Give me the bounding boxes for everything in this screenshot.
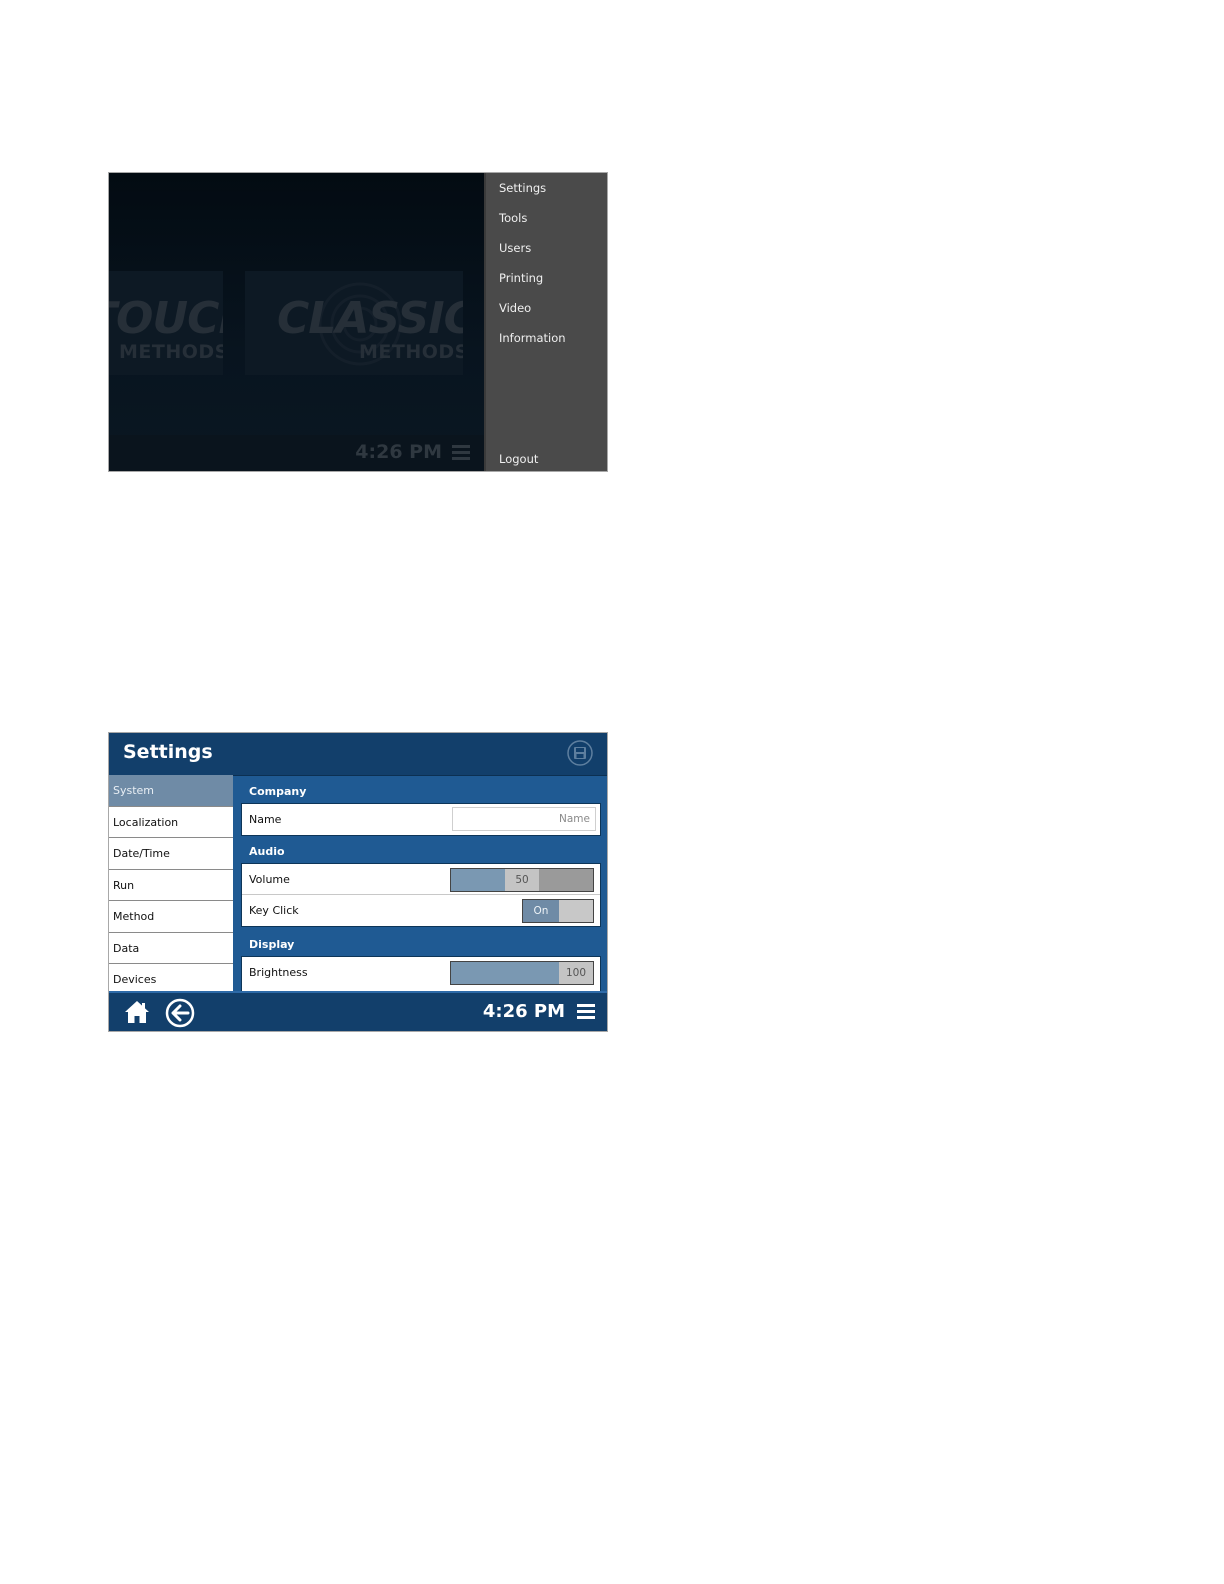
menu-item-printing[interactable]: Printing [499, 271, 543, 285]
save-icon[interactable] [567, 740, 593, 766]
slide-out-menu: Settings Tools Users Printing Video Info… [484, 173, 607, 471]
section-title-audio: Audio [249, 845, 285, 858]
volume-value: 50 [505, 869, 539, 891]
back-arrow-icon[interactable] [165, 998, 195, 1028]
tile-title: TOUCH [109, 293, 223, 344]
display-group: Brightness 100 [241, 956, 601, 991]
sidebar-item-system[interactable]: System [109, 775, 233, 807]
tile-subtitle: METHODS [359, 341, 463, 363]
company-name-input[interactable] [452, 807, 596, 831]
company-name-label: Name [249, 813, 282, 826]
audio-group: Volume 50 Key Click On [241, 863, 601, 927]
volume-slider-fill [451, 869, 505, 891]
volume-row: Volume 50 [242, 864, 600, 895]
clock: 4:26 PM [482, 1001, 565, 1022]
key-click-state: On [523, 900, 559, 922]
section-title-company: Company [249, 785, 307, 798]
home-screen: TOUCH METHODS CLASSIC METHODS 4:26 PM Se… [108, 172, 608, 472]
menu-item-logout[interactable]: Logout [499, 452, 538, 466]
brightness-value: 100 [559, 962, 593, 984]
settings-screen: Settings System Localization Date/Time R… [108, 732, 608, 1032]
settings-header: Settings [109, 733, 607, 776]
brightness-slider[interactable]: 100 [450, 961, 594, 985]
key-click-label: Key Click [249, 904, 299, 917]
settings-footer: 4:26 PM [109, 991, 607, 1031]
menu-item-video[interactable]: Video [499, 301, 531, 315]
home-status-bar: 4:26 PM [109, 435, 484, 471]
sidebar-item-run[interactable]: Run [109, 870, 233, 901]
touch-methods-tile[interactable]: TOUCH METHODS [109, 271, 223, 375]
sidebar-item-method[interactable]: Method [109, 901, 233, 933]
hamburger-menu-icon[interactable] [577, 1004, 595, 1021]
settings-content: Company Name Audio Volume 50 Key Click O… [233, 775, 607, 991]
tile-subtitle: METHODS [119, 341, 223, 363]
menu-item-users[interactable]: Users [499, 241, 531, 255]
volume-label: Volume [249, 873, 290, 886]
brightness-row: Brightness 100 [242, 957, 600, 988]
sidebar-item-localization[interactable]: Localization [109, 807, 233, 838]
sidebar-item-devices[interactable]: Devices [109, 964, 233, 991]
brightness-slider-fill [451, 962, 559, 984]
section-title-display: Display [249, 938, 295, 951]
company-group: Name [241, 803, 601, 836]
home-icon[interactable] [123, 998, 151, 1026]
menu-item-settings[interactable]: Settings [499, 181, 546, 195]
tile-title: CLASSIC [277, 293, 463, 344]
classic-methods-tile[interactable]: CLASSIC METHODS [245, 271, 463, 375]
page-title: Settings [123, 741, 213, 763]
settings-sidebar: System Localization Date/Time Run Method… [109, 775, 233, 991]
company-name-row: Name [242, 804, 600, 835]
brightness-label: Brightness [249, 966, 308, 979]
menu-item-tools[interactable]: Tools [499, 211, 527, 225]
volume-slider[interactable]: 50 [450, 868, 594, 892]
sidebar-item-data[interactable]: Data [109, 933, 233, 964]
clock: 4:26 PM [355, 441, 442, 463]
hamburger-menu-icon[interactable] [452, 445, 470, 461]
key-click-toggle[interactable]: On [522, 899, 594, 923]
key-click-row: Key Click On [242, 895, 600, 926]
menu-item-information[interactable]: Information [499, 331, 566, 345]
sidebar-item-date-time[interactable]: Date/Time [109, 838, 233, 870]
